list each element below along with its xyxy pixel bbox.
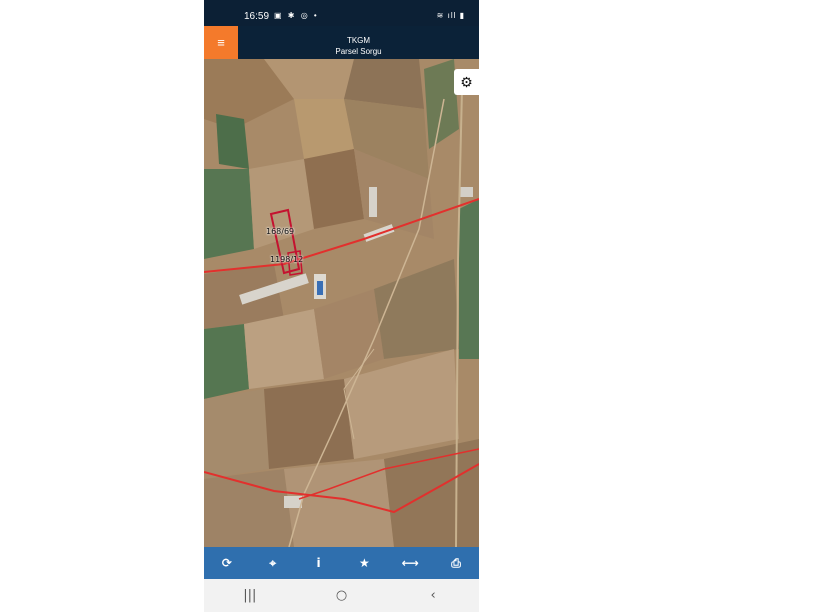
- print-button[interactable]: ⎙: [441, 548, 471, 578]
- favorite-button[interactable]: ★: [349, 548, 379, 578]
- app-header: ≡ TKGM Parsel Sorgu: [204, 26, 479, 59]
- system-nav-bar: ||| ○ ‹: [204, 579, 479, 612]
- parcel-label[interactable]: 168/69: [266, 227, 294, 236]
- crosshair-icon: ⌖: [269, 555, 277, 570]
- status-time: 16:59: [244, 11, 270, 22]
- status-bar: 16:59 ▣ ✱ ◎ • ≋ ıll ▮: [204, 0, 479, 26]
- satellite-map[interactable]: 168/69 1198/12 ⚙: [204, 59, 479, 547]
- signal-battery-icons: ≋ ıll ▮: [436, 11, 465, 20]
- parcel-label[interactable]: 1198/12: [270, 255, 303, 264]
- map-imagery: [204, 59, 479, 547]
- info-button[interactable]: i: [304, 548, 334, 578]
- menu-button[interactable]: ≡: [204, 26, 238, 59]
- recents-button[interactable]: |||: [230, 588, 270, 603]
- settings-button[interactable]: ⚙: [454, 69, 479, 95]
- locate-button[interactable]: ⌖: [258, 548, 288, 578]
- bottom-toolbar: ⟳ ⌖ i ★ ⟷ ⎙: [204, 547, 479, 579]
- phone-screen: 16:59 ▣ ✱ ◎ • ≋ ıll ▮ ≡ TKGM Parsel Sorg…: [204, 0, 479, 612]
- home-button[interactable]: ○: [321, 588, 361, 603]
- gear-icon: ⚙: [460, 73, 473, 90]
- back-button[interactable]: ‹: [413, 588, 453, 603]
- printer-icon: ⎙: [451, 555, 461, 570]
- hamburger-icon: ≡: [217, 35, 225, 50]
- refresh-button[interactable]: ⟳: [212, 548, 242, 578]
- refresh-icon: ⟳: [221, 556, 232, 570]
- measure-button[interactable]: ⟷: [395, 548, 425, 578]
- measure-arrow-icon: ⟷: [401, 556, 419, 570]
- app-title-line1: TKGM: [346, 36, 371, 45]
- notification-icons: ▣ ✱ ◎ •: [274, 11, 319, 20]
- star-icon: ★: [359, 556, 370, 570]
- app-title: TKGM Parsel Sorgu: [238, 35, 479, 57]
- app-title-line2: Parsel Sorgu: [335, 47, 382, 56]
- info-icon: i: [316, 556, 321, 570]
